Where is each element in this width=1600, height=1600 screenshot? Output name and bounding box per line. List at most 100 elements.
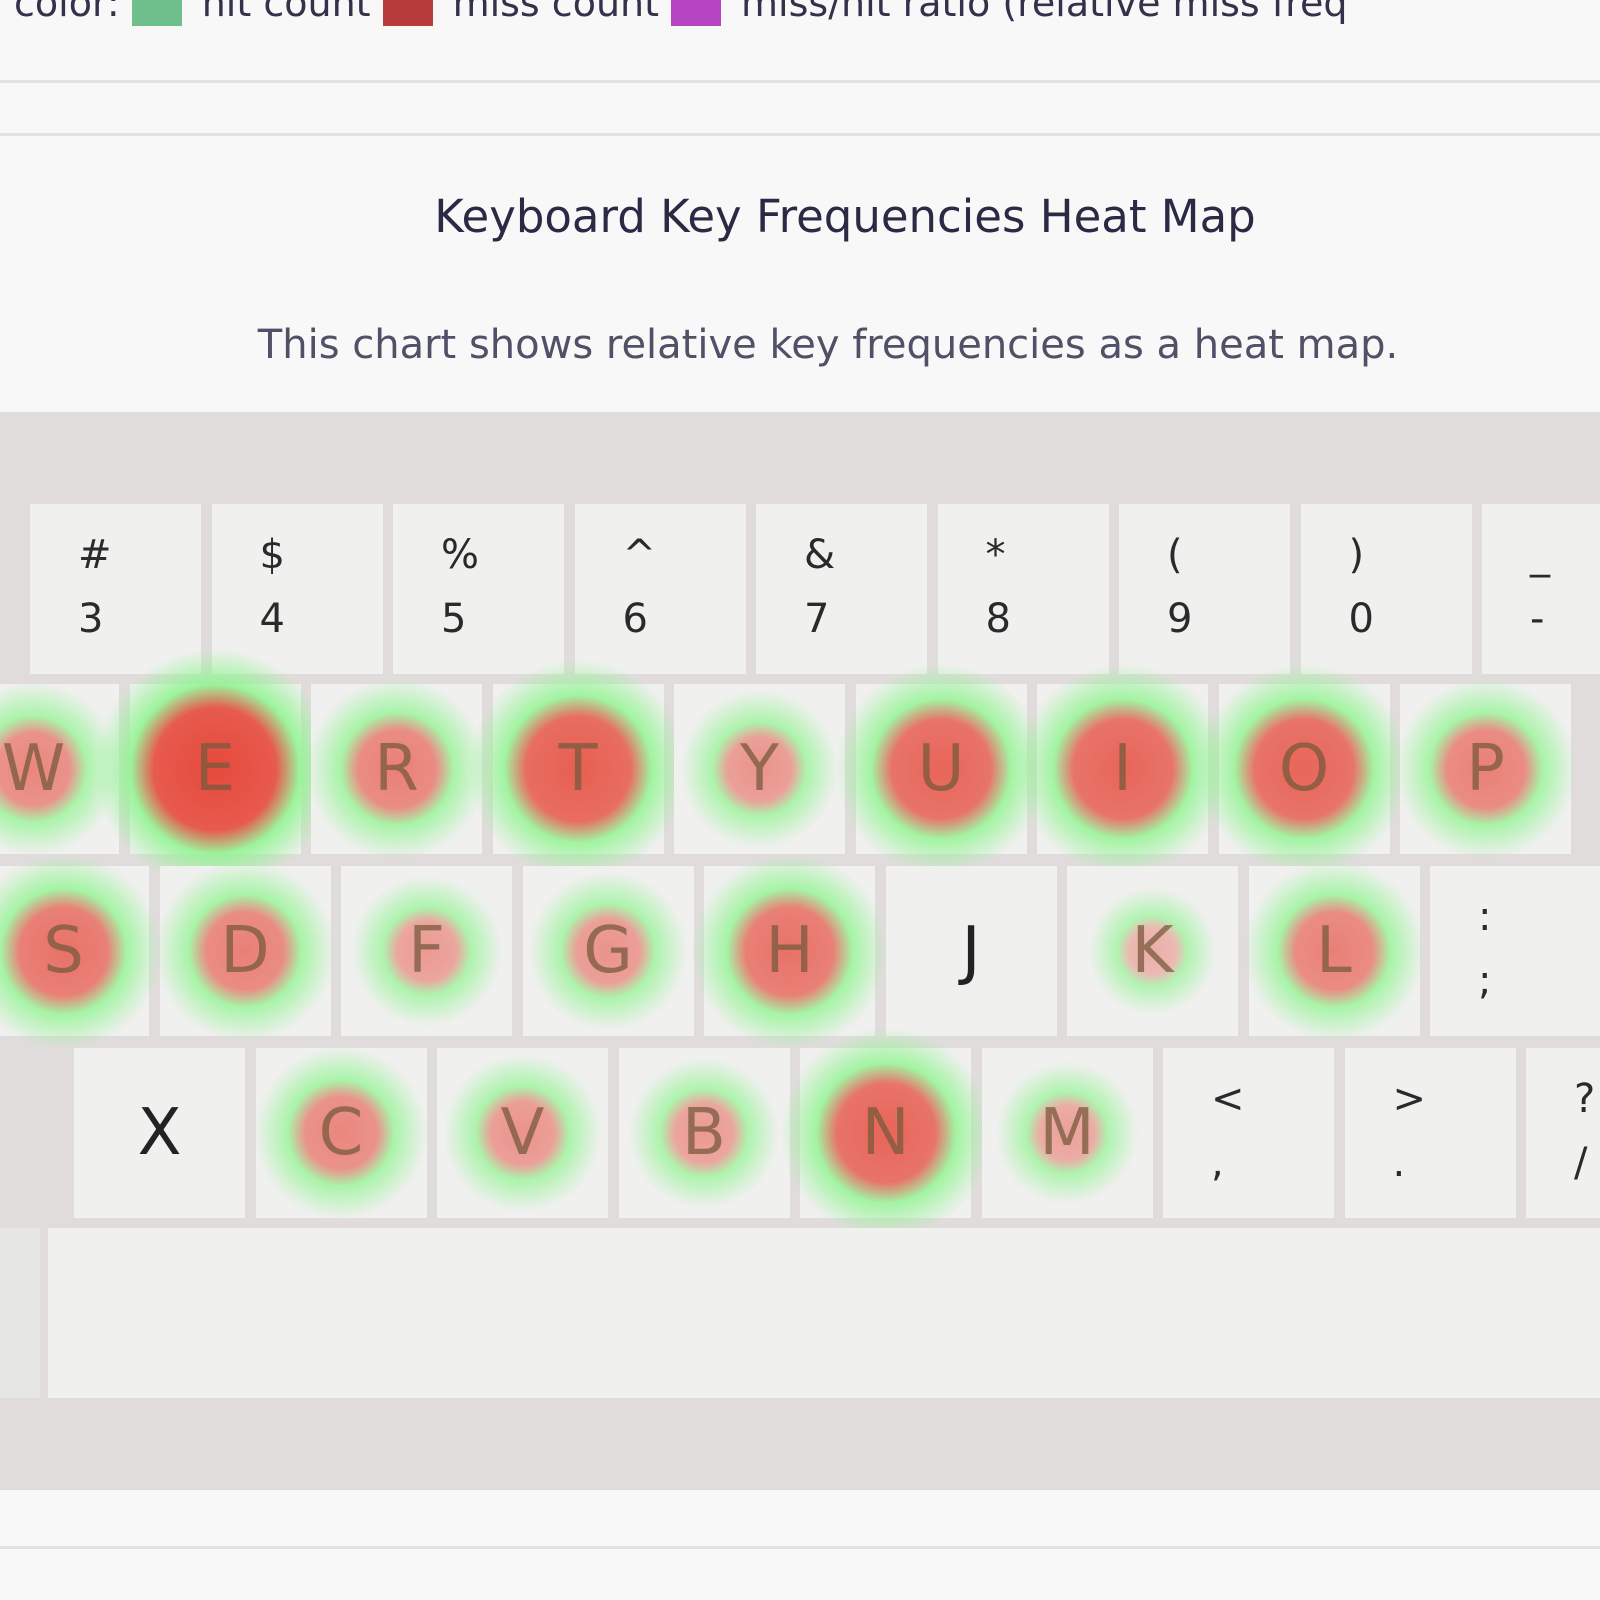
key-lower-label: 8: [985, 596, 1011, 642]
key-home-d[interactable]: D: [155, 861, 335, 1041]
key-upper-label: $: [259, 532, 285, 578]
key-lower-label: 7: [804, 596, 830, 642]
key-modifier[interactable]: [0, 1228, 40, 1398]
key-top-t[interactable]: T: [469, 660, 687, 878]
key-top-y[interactable]: Y: [674, 684, 845, 854]
key-home-j[interactable]: J: [885, 866, 1057, 1036]
key-top-r[interactable]: R: [306, 679, 487, 859]
key-label: E: [194, 732, 236, 806]
key-upper-label: ^: [622, 532, 657, 578]
key-space[interactable]: [48, 1228, 1600, 1398]
key-bottom-v[interactable]: V: [437, 1048, 608, 1218]
legend-miss-count-label: miss count: [452, 0, 660, 25]
key-label: L: [1316, 914, 1352, 988]
key-top-o[interactable]: O: [1199, 664, 1409, 874]
key-lower-label: 9: [1167, 596, 1193, 642]
key-label: C: [318, 1096, 364, 1170]
key-bottom-slash[interactable]: ? /: [1526, 1048, 1600, 1218]
key-home-k[interactable]: K: [1067, 866, 1238, 1036]
key-upper-label: ): [1348, 532, 1365, 578]
key-top-u[interactable]: U: [836, 664, 1046, 874]
key-label: T: [558, 732, 598, 806]
key-label: P: [1466, 732, 1505, 806]
legend-miss-count-swatch[interactable]: [671, 0, 722, 26]
key-label: R: [374, 732, 419, 806]
key-upper-label: ?: [1574, 1076, 1596, 1122]
key-lower-label: ,: [1211, 1140, 1224, 1186]
key-number-5[interactable]: % 5: [393, 504, 564, 674]
key-lower-label: 6: [622, 596, 648, 642]
key-top-w[interactable]: W: [0, 682, 120, 856]
key-label: O: [1278, 732, 1330, 806]
key-bottom-m[interactable]: M: [981, 1048, 1153, 1218]
key-label: V: [500, 1096, 545, 1170]
legend-hit-count-label: hit count: [201, 0, 371, 25]
key-home-g[interactable]: G: [522, 866, 694, 1036]
key-home-f[interactable]: F: [341, 866, 512, 1036]
key-label: S: [43, 914, 84, 988]
key-upper-label: >: [1392, 1076, 1427, 1122]
heatmap-page: color: hit count miss count miss/hit ratio …: [0, 0, 1600, 1600]
key-number-0[interactable]: ) 0: [1300, 504, 1472, 674]
key-number-6[interactable]: ^ 6: [574, 504, 746, 674]
key-number-3[interactable]: #3: [30, 504, 201, 674]
key-lower-label: 0: [1348, 596, 1374, 642]
legend-color-swatch[interactable]: [131, 0, 182, 26]
key-home-semicolon[interactable]: :;: [1430, 866, 1600, 1036]
chart-title: Keyboard Key Frequencies Heat Map: [434, 190, 1256, 243]
key-lower-label: .: [1392, 1140, 1406, 1186]
key-label: M: [1039, 1096, 1095, 1170]
key-lower-label: 5: [441, 596, 467, 642]
key-bottom-comma[interactable]: <,: [1163, 1048, 1334, 1218]
key-home-l[interactable]: L: [1244, 861, 1424, 1041]
key-bottom-n[interactable]: N: [780, 1028, 991, 1238]
key-upper-label: %: [441, 532, 480, 578]
key-lower-label: 4: [259, 596, 285, 642]
key-upper-label: *: [985, 532, 1006, 578]
key-number-minus[interactable]: _ -: [1482, 504, 1600, 674]
key-label: Y: [739, 732, 780, 806]
key-label: B: [682, 1096, 726, 1170]
key-bottom-c[interactable]: C: [254, 1046, 428, 1220]
legend-bar: color: hit count miss count miss/hit ratio …: [0, 0, 1600, 83]
key-top-i[interactable]: I: [1017, 664, 1228, 874]
key-upper-label: _: [1530, 532, 1550, 578]
key-top-e[interactable]: E: [95, 649, 335, 889]
key-upper-label: :: [1478, 894, 1492, 940]
key-label: K: [1131, 914, 1174, 988]
key-home-s[interactable]: S: [0, 853, 161, 1049]
key-label: X: [137, 1096, 182, 1170]
key-number-9[interactable]: (9: [1119, 504, 1290, 674]
key-label: H: [765, 914, 814, 988]
legend-color-label: color:: [14, 0, 120, 25]
key-label: J: [961, 914, 981, 988]
key-label: W: [1, 732, 66, 806]
key-lower-label: -: [1530, 596, 1545, 642]
key-bottom-b[interactable]: B: [618, 1048, 790, 1218]
key-upper-label: &: [804, 532, 836, 578]
key-number-4[interactable]: $4: [211, 504, 383, 674]
chart-description: This chart shows relative key frequencie…: [257, 322, 1399, 368]
key-bottom-x[interactable]: X: [74, 1048, 245, 1218]
legend: color: hit count miss count miss/hit ratio …: [14, 0, 1347, 27]
key-label: I: [1113, 732, 1132, 806]
key-top-p[interactable]: P: [1395, 679, 1576, 859]
separator-panel: [0, 83, 1600, 136]
key-label: G: [583, 914, 633, 988]
key-label: U: [917, 732, 965, 806]
key-upper-label: <: [1211, 1076, 1245, 1122]
key-bottom-period[interactable]: >.: [1344, 1048, 1516, 1218]
key-label: F: [408, 914, 445, 988]
key-lower-label: ;: [1478, 958, 1492, 1004]
key-upper-label: #: [78, 532, 112, 578]
key-number-7[interactable]: & 7: [756, 504, 927, 674]
key-lower-label: 3: [78, 596, 104, 642]
legend-hit-count-swatch[interactable]: [382, 0, 433, 26]
key-label: N: [861, 1096, 910, 1170]
footer-panel: [0, 1490, 1600, 1549]
key-number-8[interactable]: * 8: [937, 504, 1109, 674]
key-home-h[interactable]: H: [692, 853, 887, 1049]
keyboard-heatmap: #3 $4% 5 ^ 6 & 7 * 8(9) 0 _ - W E R T Y U I O P S D F G H J K L:; X C V…: [0, 412, 1600, 1490]
key-label: D: [220, 914, 270, 988]
key-lower-label: /: [1574, 1140, 1588, 1186]
